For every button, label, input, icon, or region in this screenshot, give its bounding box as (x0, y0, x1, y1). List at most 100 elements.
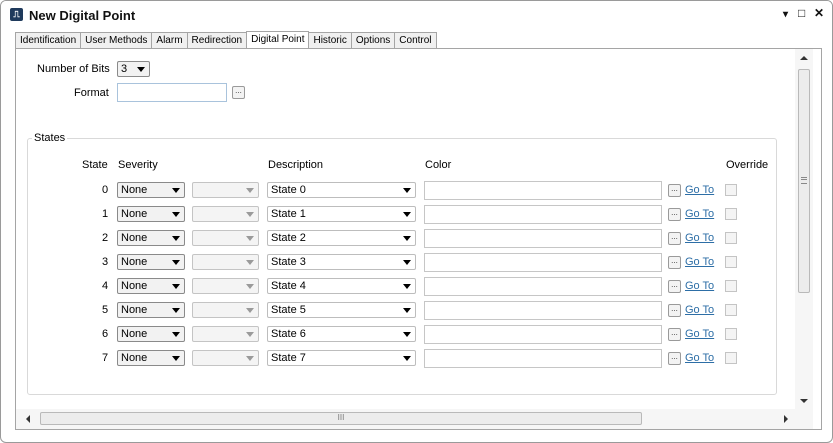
description-select[interactable]: State 5 (267, 302, 416, 318)
color-input[interactable] (424, 205, 662, 224)
chevron-down-icon (403, 356, 411, 361)
goto-link[interactable]: Go To (685, 208, 714, 220)
chevron-down-icon (172, 236, 180, 241)
horizontal-scrollbar[interactable]: III (16, 409, 795, 429)
state-number: 5 (102, 304, 109, 316)
description-select[interactable]: State 1 (267, 206, 416, 222)
override-checkbox (725, 256, 737, 268)
severity-select[interactable]: None (117, 302, 185, 318)
description-value: State 6 (271, 328, 306, 340)
severity-value: None (121, 208, 148, 220)
color-input[interactable] (424, 325, 662, 344)
override-checkbox (725, 280, 737, 292)
description-select[interactable]: State 7 (267, 350, 416, 366)
tab-strip: Identification User Methods Alarm Redire… (15, 31, 437, 50)
chevron-down-icon[interactable]: ▾ (783, 9, 788, 20)
severity-select[interactable]: None (117, 230, 185, 246)
scroll-up-icon[interactable] (800, 56, 808, 60)
color-browse-button[interactable]: ... (668, 304, 681, 317)
close-icon[interactable]: ✕ (814, 6, 824, 20)
tab-options[interactable]: Options (350, 32, 396, 49)
goto-link[interactable]: Go To (685, 304, 714, 316)
severity-value: None (121, 232, 148, 244)
chevron-down-icon (246, 188, 254, 193)
severity-select[interactable]: None (117, 278, 185, 294)
severity-value: None (121, 184, 148, 196)
goto-link[interactable]: Go To (685, 256, 714, 268)
scroll-right-icon[interactable] (784, 415, 788, 423)
description-value: State 3 (271, 256, 306, 268)
color-input[interactable] (424, 229, 662, 248)
color-input[interactable] (424, 301, 662, 320)
state-number: 2 (102, 232, 109, 244)
description-select[interactable]: State 4 (267, 278, 416, 294)
vertical-scroll-thumb[interactable] (798, 69, 810, 293)
color-browse-button[interactable]: ... (668, 328, 681, 341)
vertical-scrollbar[interactable] (795, 49, 813, 429)
description-select[interactable]: State 0 (267, 182, 416, 198)
chevron-down-icon (403, 212, 411, 217)
description-select[interactable]: State 6 (267, 326, 416, 342)
chevron-down-icon (403, 308, 411, 313)
severity-value: None (121, 256, 148, 268)
number-of-bits-label: Number of Bits (37, 63, 110, 75)
state-number: 4 (102, 280, 109, 292)
scroll-left-icon[interactable] (26, 415, 30, 423)
override-checkbox (725, 184, 737, 196)
color-input[interactable] (424, 181, 662, 200)
state-number: 1 (102, 208, 109, 220)
severity-select[interactable]: None (117, 254, 185, 270)
color-browse-button[interactable]: ... (668, 352, 681, 365)
window-title: New Digital Point (29, 8, 136, 23)
color-browse-button[interactable]: ... (668, 280, 681, 293)
description-select[interactable]: State 2 (267, 230, 416, 246)
chevron-down-icon (403, 260, 411, 265)
severity-select[interactable]: None (117, 326, 185, 342)
color-browse-button[interactable]: ... (668, 232, 681, 245)
goto-link[interactable]: Go To (685, 328, 714, 340)
horizontal-scroll-thumb[interactable]: III (40, 412, 642, 425)
format-input[interactable] (117, 83, 227, 102)
state-number: 6 (102, 328, 109, 340)
severity-value: None (121, 328, 148, 340)
state-number: 7 (102, 352, 109, 364)
goto-link[interactable]: Go To (685, 352, 714, 364)
severity-header: Severity (118, 159, 158, 171)
severity-select[interactable]: None (117, 182, 185, 198)
maximize-icon[interactable]: □ (798, 6, 805, 20)
color-input[interactable] (424, 253, 662, 272)
chevron-down-icon (403, 284, 411, 289)
severity-select[interactable]: None (117, 206, 185, 222)
number-of-bits-select[interactable]: 3 (117, 61, 150, 77)
chevron-down-icon (246, 284, 254, 289)
tab-historic[interactable]: Historic (308, 32, 352, 49)
new-digital-point-window: ⎍ New Digital Point ▾ □ ✕ Identification… (0, 0, 833, 443)
tab-identification[interactable]: Identification (15, 32, 82, 49)
state-number: 3 (102, 256, 109, 268)
tab-control[interactable]: Control (394, 32, 437, 49)
chevron-down-icon (172, 356, 180, 361)
goto-link[interactable]: Go To (685, 184, 714, 196)
tab-alarm[interactable]: Alarm (151, 32, 188, 49)
format-browse-button[interactable]: ... (232, 86, 245, 99)
goto-link[interactable]: Go To (685, 280, 714, 292)
severity-select[interactable]: None (117, 350, 185, 366)
tab-redirection[interactable]: Redirection (186, 32, 248, 49)
description-value: State 1 (271, 208, 306, 220)
chevron-down-icon (172, 188, 180, 193)
goto-link[interactable]: Go To (685, 232, 714, 244)
color-input[interactable] (424, 277, 662, 296)
scroll-down-icon[interactable] (800, 399, 808, 403)
tab-user-methods[interactable]: User Methods (80, 32, 153, 49)
color-input[interactable] (424, 349, 662, 368)
state-number: 0 (102, 184, 109, 196)
color-browse-button[interactable]: ... (668, 256, 681, 269)
override-checkbox (725, 232, 737, 244)
grip-icon (801, 177, 807, 184)
description-value: State 5 (271, 304, 306, 316)
chevron-down-icon (137, 67, 145, 72)
description-value: State 0 (271, 184, 306, 196)
color-browse-button[interactable]: ... (668, 208, 681, 221)
color-browse-button[interactable]: ... (668, 184, 681, 197)
description-select[interactable]: State 3 (267, 254, 416, 270)
